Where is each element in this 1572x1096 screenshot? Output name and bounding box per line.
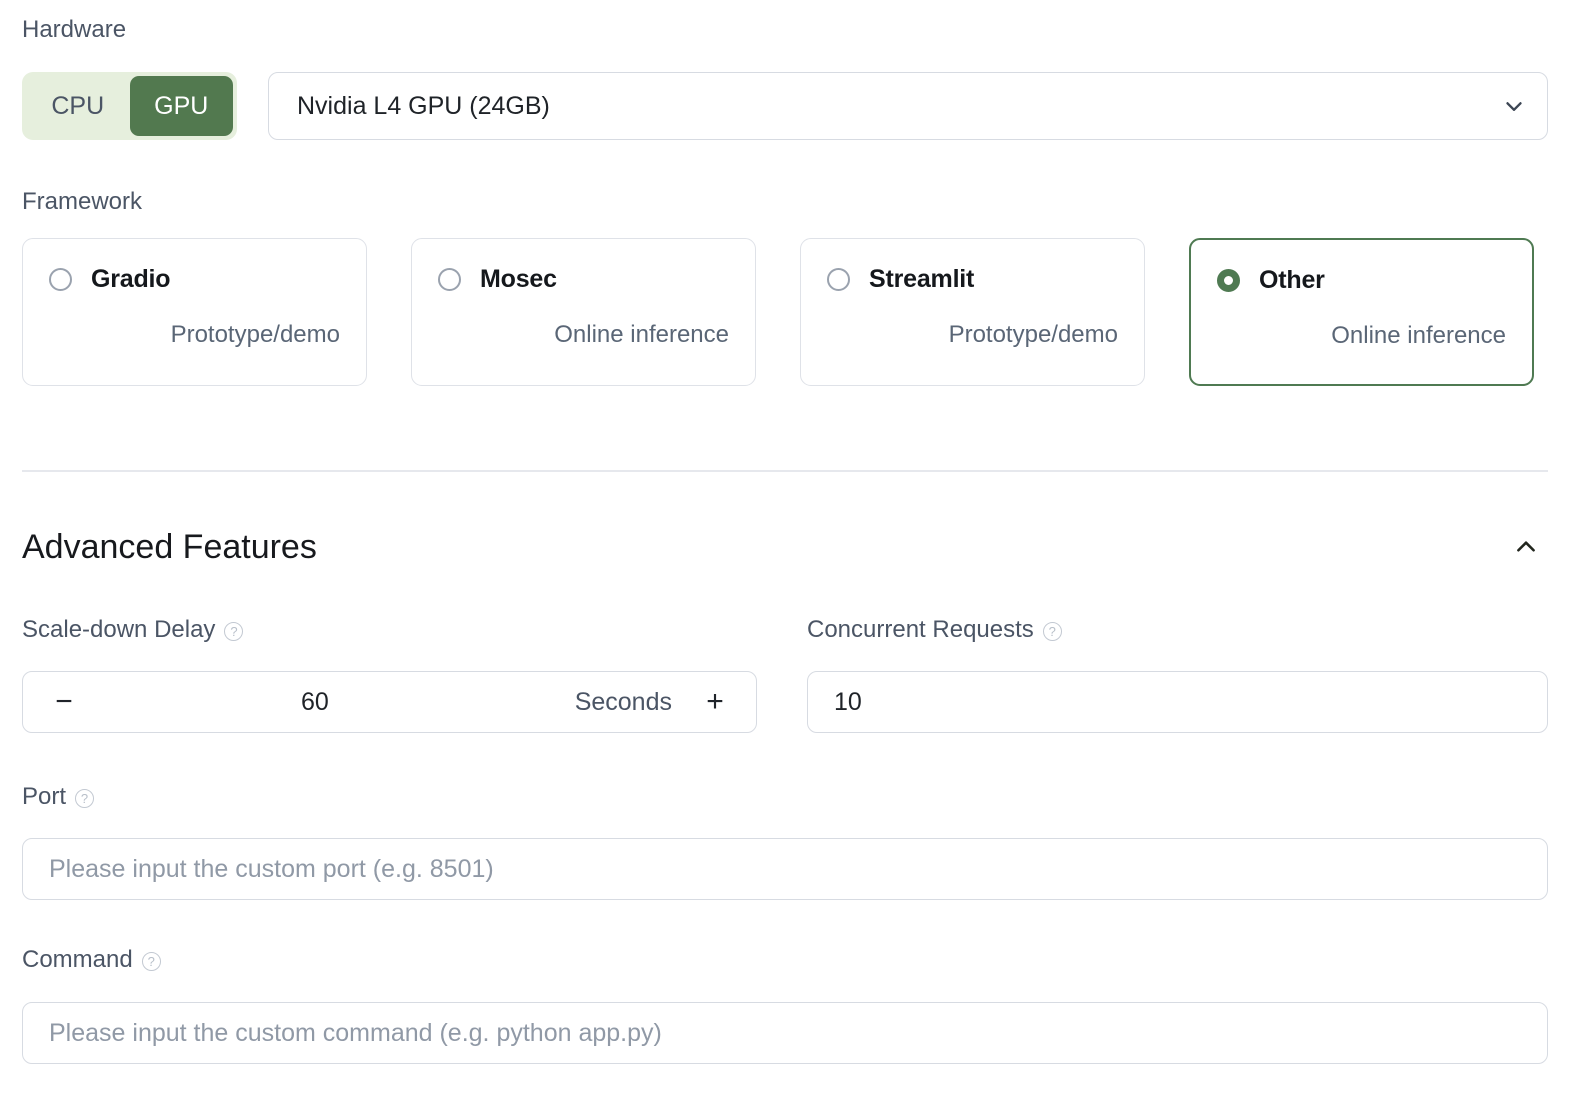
framework-card-title: Mosec <box>480 265 557 293</box>
scale-down-delay-stepper[interactable]: − 60 Seconds + <box>22 671 757 733</box>
port-label: Port ? <box>22 783 95 810</box>
framework-card-gradio-header: Gradio <box>49 265 340 294</box>
chevron-down-icon <box>1506 102 1522 111</box>
radio-unchecked-icon[interactable] <box>827 268 850 291</box>
help-glyph: ? <box>147 953 155 969</box>
scale-down-delay-label: Scale-down Delay ? <box>22 616 244 643</box>
framework-options-group: Gradio Prototype/demo Mosec Online infer… <box>22 238 1548 386</box>
hardware-toggle-cpu[interactable]: CPU <box>26 76 130 136</box>
stepper-increment-button[interactable]: + <box>698 687 732 717</box>
framework-card-title: Gradio <box>91 265 171 293</box>
hardware-type-toggle[interactable]: CPU GPU <box>22 72 237 140</box>
framework-card-streamlit[interactable]: Streamlit Prototype/demo <box>800 238 1145 386</box>
concurrent-requests-label: Concurrent Requests ? <box>807 618 1062 642</box>
framework-label: Framework <box>22 190 142 214</box>
hardware-controls-row: CPU GPU <box>22 72 237 140</box>
radio-unchecked-icon[interactable] <box>438 268 461 291</box>
stepper-unit-label: Seconds <box>574 687 672 716</box>
hardware-toggle-gpu[interactable]: GPU <box>129 76 233 136</box>
help-glyph: ? <box>80 790 89 806</box>
framework-card-title: Streamlit <box>869 265 975 293</box>
question-mark-circle-icon[interactable]: ? <box>141 951 161 971</box>
framework-card-subtitle: Online inference <box>1331 322 1506 349</box>
framework-card-other[interactable]: Other Online inference <box>1189 238 1534 386</box>
advanced-features-title: Advanced Features <box>22 528 317 566</box>
port-input[interactable] <box>22 838 1548 900</box>
radio-checked-icon[interactable] <box>1217 269 1240 292</box>
section-divider <box>22 470 1548 472</box>
gpu-type-select[interactable]: Nvidia L4 GPU (24GB) <box>268 72 1548 140</box>
concurrent-requests-input[interactable] <box>807 671 1548 733</box>
port-label-text: Port <box>22 783 67 810</box>
hardware-label: Hardware <box>22 18 126 42</box>
radio-unchecked-icon[interactable] <box>49 268 72 291</box>
stepper-value[interactable]: 60 <box>55 688 575 717</box>
command-label-text: Command <box>22 946 133 973</box>
scale-down-delay-label-text: Scale-down Delay <box>22 616 216 643</box>
command-label: Command ? <box>22 948 161 972</box>
gpu-type-select-value: Nvidia L4 GPU (24GB) <box>297 91 550 120</box>
concurrent-requests-label-text: Concurrent Requests <box>807 616 1034 643</box>
chevron-up-icon <box>1517 541 1535 552</box>
hardware-label-text: Hardware <box>22 16 127 43</box>
framework-card-mosec[interactable]: Mosec Online inference <box>411 238 756 386</box>
deployment-config-panel: Hardware CPU GPU Nvidia L4 GPU (24GB) Fr… <box>0 0 1572 1096</box>
framework-card-title: Other <box>1259 266 1325 294</box>
help-glyph: ? <box>230 623 238 639</box>
framework-card-subtitle: Prototype/demo <box>948 321 1118 348</box>
framework-card-other-header: Other <box>1217 266 1506 295</box>
framework-card-gradio[interactable]: Gradio Prototype/demo <box>22 238 367 386</box>
framework-card-subtitle: Online inference <box>554 321 729 348</box>
framework-card-streamlit-header: Streamlit <box>827 265 1118 294</box>
framework-label-text: Framework <box>22 188 143 215</box>
advanced-features-header: Advanced Features <box>22 525 1548 569</box>
framework-card-subtitle: Prototype/demo <box>170 321 340 348</box>
question-mark-circle-icon[interactable]: ? <box>1042 621 1062 641</box>
question-mark-circle-icon[interactable]: ? <box>75 788 95 808</box>
advanced-features-collapse-button[interactable] <box>1504 525 1548 569</box>
help-glyph: ? <box>1048 623 1056 639</box>
question-mark-circle-icon[interactable]: ? <box>224 621 244 641</box>
framework-card-mosec-header: Mosec <box>438 265 729 294</box>
command-input[interactable] <box>22 1002 1548 1064</box>
